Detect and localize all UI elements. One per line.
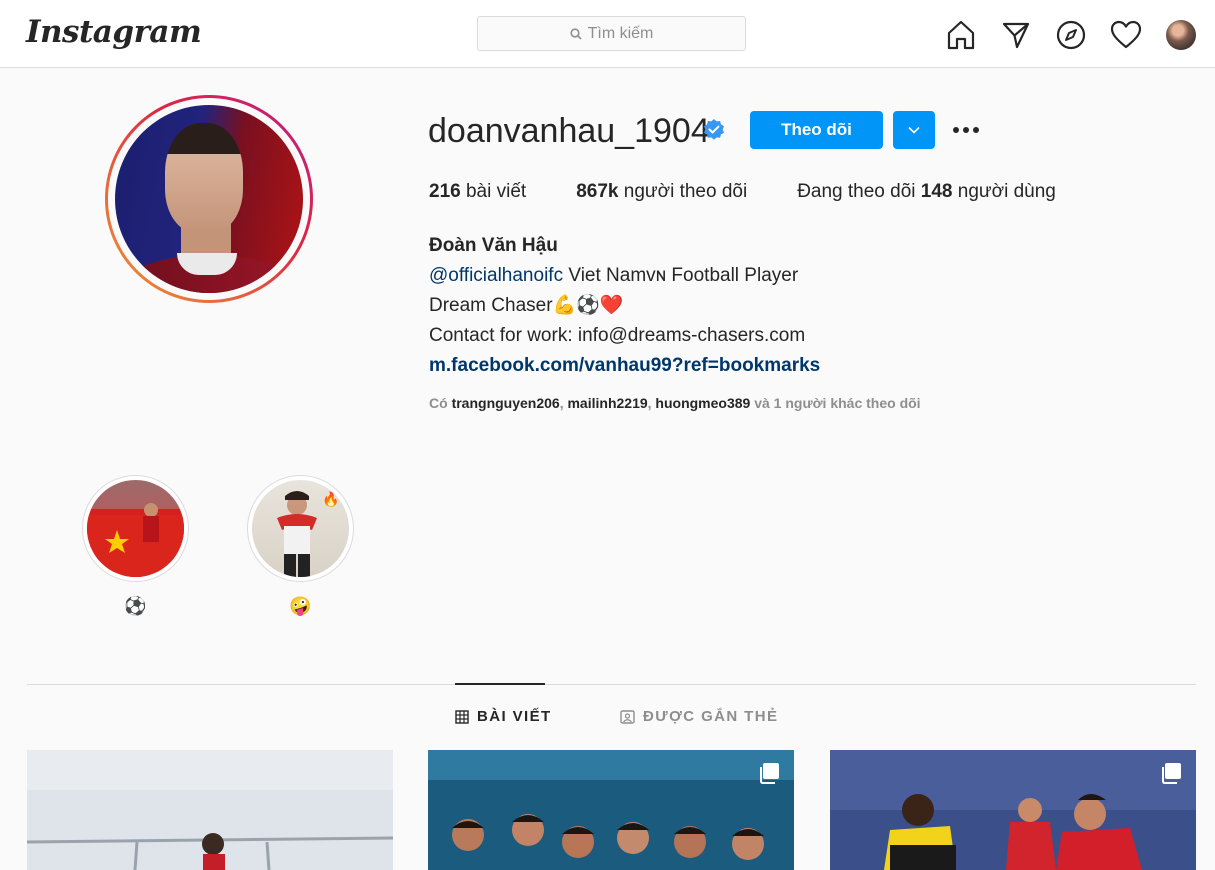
chevron-down-icon [908,121,920,139]
nav-icon-group [944,18,1198,52]
direct-message-icon[interactable] [999,18,1033,52]
profile-bio: Đoàn Văn Hậu @officialhanoifc Viet Namᴠɴ… [429,231,820,381]
profile-username: doanvanhau_1904 [428,112,710,150]
home-icon[interactable] [944,18,978,52]
follower-username: huongmeo389 [655,395,751,411]
avatar [1166,20,1196,50]
suggested-accounts-button[interactable] [893,111,935,149]
highlight-label: ⚽ [124,596,147,616]
tabs-divider [27,684,1196,685]
search-input[interactable]: Tìm kiếm [477,16,746,51]
mention-link[interactable]: @officialhanoifc [429,265,563,286]
instagram-logo[interactable]: Instagram [26,14,202,50]
carousel-icon [1160,762,1182,789]
svg-text:🔥: 🔥 [322,491,339,508]
profile-picture-story-ring[interactable] [105,95,313,303]
following-count[interactable]: Đang theo dõi 148 người dùng [797,181,1056,203]
carousel-icon [758,762,780,789]
story-highlight[interactable]: ⚽ [82,475,189,618]
grid-icon [455,709,469,724]
more-dots-icon [951,121,981,139]
followers-count[interactable]: 867k người theo dõi [576,181,747,203]
tab-tagged[interactable]: ĐƯỢC GẮN THẺ [620,708,778,725]
post-thumbnail[interactable] [27,750,393,870]
highlight-cover: 🔥 [252,480,349,577]
bio-line: Contact for work: info@dreams-chasers.co… [429,325,806,346]
posts-count: 216 bài viết [429,181,527,202]
profile-picture [115,105,303,293]
profile-full-name: Đoàn Văn Hậu [429,235,558,256]
follow-button[interactable]: Theo dõi [750,111,883,149]
search-icon [570,27,582,40]
profile-stats: 216 bài viết 867k người theo dõi Đang th… [429,181,1056,203]
highlight-cover [87,480,184,577]
followed-by[interactable]: Có trangnguyen206, mailinh2219, huongmeo… [429,395,921,411]
post-thumbnail[interactable] [428,750,794,870]
bio-line: Dream Chaser💪⚽❤️ [429,295,624,316]
highlight-label: 🤪 [289,596,312,616]
story-highlight[interactable]: 🔥 🤪 [247,475,354,618]
follower-username: mailinh2219 [567,395,648,411]
active-tab-indicator [455,683,545,685]
tab-posts[interactable]: BÀI VIẾT [455,708,552,725]
website-link[interactable]: m.facebook.com/vanhau99?ref=bookmarks [429,351,820,381]
post-thumbnail[interactable] [830,750,1196,870]
more-options-button[interactable] [950,118,982,142]
follower-username: trangnguyen206 [451,395,560,411]
profile-avatar[interactable] [1164,18,1198,52]
top-navbar: Instagram Tìm kiếm [0,0,1215,68]
bio-line: @officialhanoifc Viet Namᴠɴ Football Pla… [429,265,799,286]
explore-icon[interactable] [1054,18,1088,52]
verified-badge-icon [702,118,726,142]
tagged-photo-icon [620,709,635,724]
search-placeholder: Tìm kiếm [587,24,654,42]
activity-heart-icon[interactable] [1109,18,1143,52]
